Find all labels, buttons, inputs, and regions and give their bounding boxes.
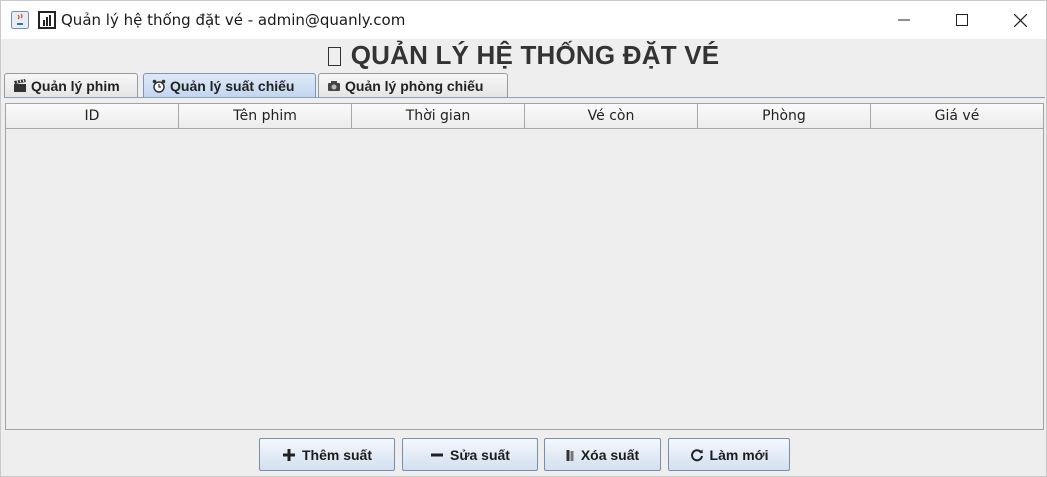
title-bar[interactable]: Quản lý hệ thống đặt vé - admin@quanly.c…: [1, 1, 1046, 39]
table-header: ID Tên phim Thời gian Vé còn Phòng Giá v…: [6, 104, 1043, 129]
column-header-thoi-gian[interactable]: Thời gian: [352, 104, 525, 129]
edit-showtime-button[interactable]: Sửa suất: [402, 438, 538, 471]
window-title: Quản lý hệ thống đặt vé - admin@quanly.c…: [61, 11, 406, 29]
java-icon: [11, 11, 29, 29]
minimize-icon: [898, 19, 910, 21]
close-icon: [1013, 13, 1027, 27]
trash-icon: [566, 448, 575, 462]
clapperboard-icon: [13, 79, 27, 93]
app-window: Quản lý hệ thống đặt vé - admin@quanly.c…: [0, 0, 1047, 477]
tab-label: Quản lý phim: [31, 78, 120, 94]
camera-icon: [327, 79, 341, 93]
edit-showtime-label: Sửa suất: [450, 446, 510, 463]
column-header-ten-phim[interactable]: Tên phim: [179, 104, 352, 129]
minus-icon: [430, 448, 444, 462]
close-button[interactable]: [991, 1, 1047, 39]
showtimes-table[interactable]: ID Tên phim Thời gian Vé còn Phòng Giá v…: [5, 103, 1044, 430]
table-body[interactable]: [6, 129, 1043, 429]
column-header-id[interactable]: ID: [6, 104, 179, 129]
tab-label: Quản lý phòng chiếu: [345, 78, 484, 94]
tab-label: Quản lý suất chiếu: [170, 77, 295, 94]
refresh-icon: [690, 448, 704, 462]
column-header-phong[interactable]: Phòng: [698, 104, 871, 129]
delete-showtime-label: Xóa suất: [580, 446, 640, 463]
maximize-button[interactable]: [933, 1, 991, 39]
delete-showtime-button[interactable]: Xóa suất: [544, 438, 661, 471]
add-showtime-label: Thêm suất: [301, 446, 372, 463]
add-showtime-button[interactable]: Thêm suất: [259, 438, 395, 471]
tab-quan-ly-suat-chieu[interactable]: Quản lý suất chiếu: [143, 73, 316, 97]
minimize-button[interactable]: [875, 1, 933, 39]
alarm-clock-icon: [152, 79, 166, 93]
refresh-label: Làm mới: [709, 446, 769, 463]
missing-glyph-icon: [327, 46, 341, 66]
column-header-ve-con[interactable]: Vé còn: [525, 104, 698, 129]
column-header-gia-ve[interactable]: Giá vé: [871, 104, 1043, 129]
refresh-button[interactable]: Làm mới: [668, 438, 790, 471]
tab-quan-ly-phong-chieu[interactable]: Quản lý phòng chiếu: [318, 73, 508, 98]
page-heading: QUẢN LÝ HỆ THỐNG ĐẶT VÉ: [1, 38, 1046, 72]
tab-quan-ly-phim[interactable]: Quản lý phim: [4, 73, 138, 98]
page-title: QUẢN LÝ HỆ THỐNG ĐẶT VÉ: [350, 39, 720, 70]
plus-icon: [282, 448, 296, 462]
bar-chart-icon: [38, 11, 56, 29]
maximize-icon: [956, 14, 968, 26]
